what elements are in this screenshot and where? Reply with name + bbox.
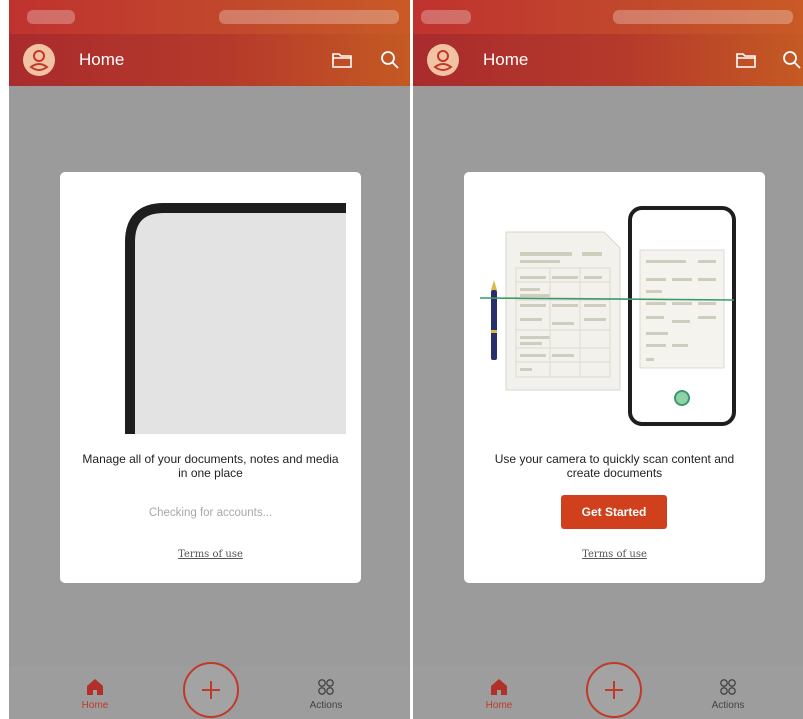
home-icon bbox=[87, 679, 103, 695]
search-icon[interactable] bbox=[379, 49, 401, 71]
device-illustration bbox=[125, 203, 346, 434]
app-bar: Home bbox=[413, 34, 803, 86]
terms-of-use-link[interactable]: Terms of use bbox=[464, 549, 765, 560]
onboarding-card: Use your camera to quickly scan content … bbox=[464, 172, 765, 583]
card-description: Use your camera to quickly scan content … bbox=[494, 452, 735, 480]
scan-illustration bbox=[479, 206, 736, 426]
bottom-navigation: Home Actions bbox=[9, 662, 410, 719]
nav-actions-label: Actions bbox=[711, 700, 745, 711]
person-icon bbox=[433, 50, 453, 71]
nav-actions[interactable]: Actions bbox=[706, 678, 750, 711]
nav-home-label: Home bbox=[485, 700, 513, 711]
loading-status: Checking for accounts... bbox=[148, 507, 273, 519]
home-icon bbox=[491, 679, 507, 695]
nav-home[interactable]: Home bbox=[75, 678, 115, 711]
account-avatar[interactable] bbox=[23, 44, 55, 76]
actions-grid-icon bbox=[720, 679, 736, 695]
nav-actions-label: Actions bbox=[309, 700, 343, 711]
folder-icon[interactable] bbox=[735, 50, 757, 70]
terms-of-use-link[interactable]: Terms of use bbox=[60, 549, 361, 560]
person-icon bbox=[29, 50, 49, 71]
add-button[interactable] bbox=[586, 662, 642, 718]
search-icon[interactable] bbox=[781, 49, 803, 71]
nav-home[interactable]: Home bbox=[479, 678, 519, 711]
bottom-navigation: Home Actions bbox=[413, 662, 803, 719]
account-avatar[interactable] bbox=[427, 44, 459, 76]
nav-actions[interactable]: Actions bbox=[304, 678, 348, 711]
right-screen: Home Use your camera to quickly scan con… bbox=[413, 0, 803, 719]
plus-icon bbox=[202, 681, 220, 699]
add-button[interactable] bbox=[183, 662, 239, 718]
nav-home-label: Home bbox=[81, 700, 109, 711]
actions-grid-icon bbox=[318, 679, 334, 695]
page-title: Home bbox=[79, 50, 125, 69]
app-bar: Home bbox=[9, 34, 410, 86]
page-title: Home bbox=[483, 50, 529, 69]
status-bar bbox=[413, 0, 803, 34]
get-started-button[interactable]: Get Started bbox=[561, 495, 667, 529]
left-screen: Home Manage all of your documents, notes… bbox=[9, 0, 410, 719]
status-bar bbox=[9, 0, 410, 34]
plus-icon bbox=[605, 681, 623, 699]
onboarding-card: Manage all of your documents, notes and … bbox=[60, 172, 361, 583]
folder-icon[interactable] bbox=[331, 50, 353, 70]
card-description: Manage all of your documents, notes and … bbox=[82, 452, 339, 480]
